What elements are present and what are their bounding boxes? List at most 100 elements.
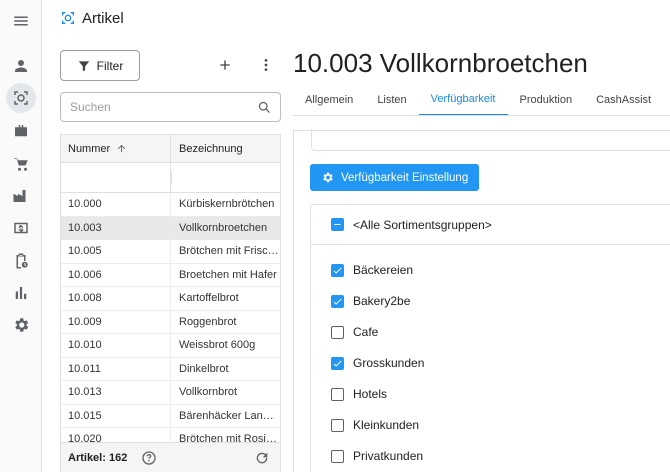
checkbox-empty-icon[interactable] [331,418,344,432]
checkbox-checked-icon[interactable] [331,263,344,277]
column-header-name[interactable]: Bezeichnung [171,135,280,162]
nav-reports[interactable] [6,278,36,308]
assortment-groups-list: <Alle Sortimentsgruppen> Bäckereien Baker… [310,204,670,472]
refresh-icon [256,452,268,464]
plus-icon [220,60,230,70]
checkbox-empty-icon[interactable] [331,387,344,401]
cell-number: 10.005 [61,240,171,263]
table-body: 10.000 Kürbiskernbrötchen 10.003 Vollkornbr… [61,193,280,452]
filter-icon [78,60,89,71]
checkbox-empty-icon[interactable] [331,449,344,463]
nav-billing[interactable] [6,213,36,243]
cell-number: 10.011 [61,357,171,380]
group-checkbox-item[interactable]: Bäckereien [331,260,413,280]
all-groups-label: <Alle Sortimentsgruppen> [353,217,492,232]
sort-ascending-icon [118,144,126,153]
indeterminate-checkbox-icon [331,218,344,231]
cell-name: Vollkornbrot [179,386,238,399]
group-label: Cafe [353,325,379,339]
group-checkbox-item[interactable]: Cafe [331,322,378,342]
bar-chart-icon [15,287,27,299]
tab-3[interactable]: Produktion [508,84,585,115]
group-checkbox-item[interactable]: Kleinkunden [331,415,419,435]
cell-name: Broetchen mit Hafer [179,268,277,281]
app-bar: Artikel [42,0,670,36]
column-header-number[interactable]: Nummer [61,135,171,162]
cell-number: 10.008 [61,287,171,310]
group-label: Privatkunden [353,449,424,463]
nav-production[interactable] [6,181,36,211]
article-title: 10.003 Vollkornbroetchen [293,48,588,78]
tab-1[interactable]: Listen [365,84,418,115]
nav-orders[interactable] [6,116,36,146]
nav-shop[interactable] [6,149,36,179]
all-groups-checkbox[interactable]: <Alle Sortimentsgruppen> [311,205,670,245]
table-row[interactable]: 10.003 Vollkornbroetchen [61,216,280,240]
column-filter-row[interactable] [61,163,280,193]
group-checkbox-item[interactable]: Privatkunden [331,446,423,466]
table-header: Nummer Bezeichnung [61,135,280,163]
clipboard-clock-icon [16,253,28,269]
tab-0[interactable]: Allgemein [293,84,365,115]
search-icon[interactable] [257,100,272,115]
menu-button[interactable] [6,6,36,36]
cell-number: 10.000 [61,193,171,216]
nav-rail [0,0,42,472]
nav-articles[interactable] [6,83,36,113]
number-filter-cell[interactable] [61,163,171,192]
cell-number: 10.015 [61,404,171,427]
cell-name: Roggenbrot [179,315,237,328]
checkbox-empty-icon[interactable] [331,325,344,339]
add-button[interactable] [213,53,237,77]
tab-2[interactable]: Verfügbarkeit [418,84,508,115]
filter-button[interactable]: Filter [60,50,140,81]
search-input[interactable] [70,100,250,114]
table-row[interactable]: 10.015 Bärenhäcker Landbrot [61,404,280,428]
table-row[interactable]: 10.013 Vollkornbrot [61,381,280,405]
group-checkbox-item[interactable]: Hotels [331,384,387,404]
article-table: Nummer Bezeichnung 10.000 Kürbiskernbrötc… [60,134,281,472]
nav-settings[interactable] [6,310,36,340]
briefcase-icon [15,125,27,137]
help-button[interactable] [141,450,157,466]
refresh-button[interactable] [254,450,270,466]
cell-name: Vollkornbroetchen [179,221,268,234]
table-row[interactable]: 10.010 Weissbrot 600g [61,334,280,358]
person-icon [15,60,27,72]
detail-tabs: Allgemein Listen Verfügbarkeit Produktion Ca… [293,84,670,116]
table-row[interactable]: 10.011 Dinkelbrot [61,357,280,381]
more-options-button[interactable] [254,53,278,77]
cell-number: 10.010 [61,334,171,357]
cell-name: Weissbrot 600g [179,339,256,352]
nav-tasks[interactable] [6,246,36,276]
availability-settings-button[interactable]: Verfügbarkeit Einstellung [310,164,480,191]
availability-panel: Verfügbarkeit Einstellung <Alle Sortimen… [293,129,670,472]
cart-icon [14,158,28,171]
table-row[interactable]: 10.000 Kürbiskernbrötchen [61,193,280,217]
gear-icon [323,172,333,183]
table-row[interactable]: 10.006 Broetchen mit Hafer [61,263,280,287]
cell-name: Brötchen mit Frischkäse [179,245,279,258]
group-label: Kleinkunden [353,418,420,432]
gear-icon [15,318,29,332]
group-checkbox-item[interactable]: Bakery2be [331,291,410,311]
cell-name: Kartoffelbrot [179,292,239,305]
table-row[interactable]: 10.009 Roggenbrot [61,310,280,334]
cell-name: Kürbiskernbrötchen [179,198,275,211]
cell-name: Bärenhäcker Landbrot [179,409,279,422]
more-vertical-icon [264,59,268,71]
checkbox-checked-icon[interactable] [331,356,344,370]
table-footer: Artikel: 162 [60,442,281,472]
nav-customers[interactable] [6,51,36,81]
group-checkbox-item[interactable]: Grosskunden [331,353,424,373]
money-icon [14,222,28,234]
factory-icon [13,190,26,202]
tab-4[interactable]: CashAssist [584,84,663,115]
article-scan-icon [62,12,74,24]
checkbox-checked-icon[interactable] [331,294,344,308]
article-count: Artikel: 162 [68,451,128,464]
group-label: Bäckereien [353,263,414,277]
table-row[interactable]: 10.008 Kartoffelbrot [61,287,280,311]
table-row[interactable]: 10.005 Brötchen mit Frischkäse [61,240,280,264]
name-filter-cell[interactable] [171,163,280,192]
